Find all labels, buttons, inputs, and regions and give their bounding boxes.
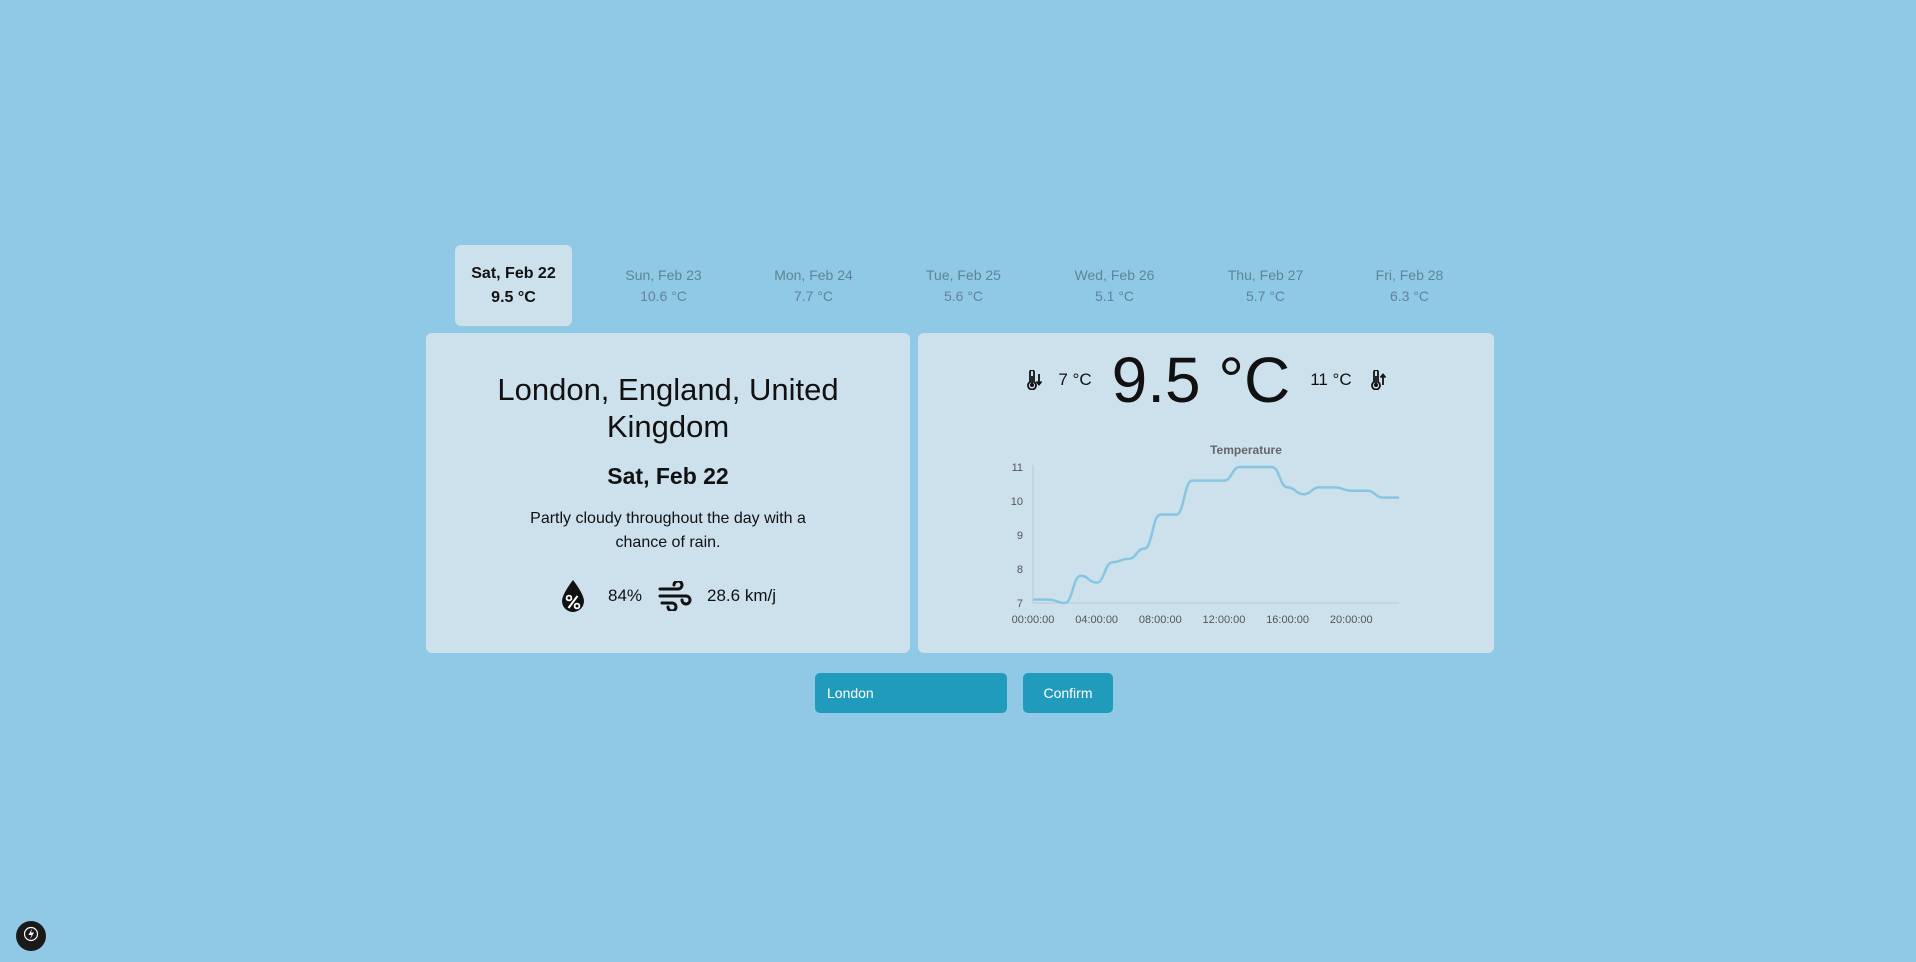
wind-icon [658, 581, 692, 611]
chart-y-tick-label: 9 [1017, 530, 1023, 542]
forecast-day-tabs: Sat, Feb 22 9.5 °C Sun, Feb 23 10.6 °C M… [455, 245, 1455, 326]
thermometer-down-icon [1026, 370, 1043, 390]
city-search-input[interactable] [815, 673, 1007, 713]
weather-stats: 84% 28.6 km/j [426, 578, 910, 614]
forecast-day-date: Wed, Feb 26 [1074, 266, 1155, 283]
location-title: London, England, United Kingdom [497, 372, 839, 444]
humidity-value: 84% [607, 586, 643, 605]
forecast-day-date: Sun, Feb 23 [625, 266, 702, 283]
forecast-day-tab[interactable]: Wed, Feb 26 5.1 °C [1056, 245, 1173, 326]
thermometer-up-icon [1370, 370, 1386, 390]
forecast-day-tab[interactable]: Sun, Feb 23 10.6 °C [605, 245, 722, 326]
current-temp: 9.5 °C [1111, 344, 1291, 416]
forecast-day-tab[interactable]: Sat, Feb 22 9.5 °C [455, 245, 572, 326]
chart-x-tick-label: 08:00:00 [1139, 614, 1182, 626]
forecast-day-tab[interactable]: Tue, Feb 25 5.6 °C [905, 245, 1022, 326]
chart-y-tick-label: 7 [1017, 598, 1023, 610]
humidity-drop-icon [560, 579, 586, 613]
chart-y-tick-label: 8 [1017, 564, 1023, 576]
weather-description: Partly cloudy throughout the day with a … [530, 510, 806, 551]
chart-x-tick-label: 16:00:00 [1266, 614, 1309, 626]
forecast-day-temp: 7.7 °C [793, 287, 834, 304]
temperature-chart: Temperature 7 8 9 10 11 00:00:00 04:00:00 08:00:… [1011, 443, 1399, 626]
chart-y-tick-label: 11 [1012, 462, 1023, 474]
selected-date: Sat, Feb 22 [607, 463, 729, 489]
forecast-day-temp: 5.7 °C [1245, 287, 1286, 304]
chart-series-line [1032, 465, 1399, 605]
forecast-day-date: Mon, Feb 24 [774, 266, 853, 283]
forecast-day-date: Sat, Feb 22 [471, 264, 556, 282]
forecast-day-temp: 5.6 °C [943, 287, 984, 304]
forecast-day-date: Fri, Feb 28 [1375, 266, 1444, 283]
forecast-day-tab[interactable]: Fri, Feb 28 6.3 °C [1351, 245, 1468, 326]
forecast-day-temp: 9.5 °C [491, 288, 536, 306]
forecast-day-temp: 10.6 °C [640, 287, 687, 304]
forecast-day-temp: 6.3 °C [1389, 287, 1430, 304]
temperature-summary: 7 °C 9.5 °C 11 °C [918, 344, 1494, 416]
chart-x-tick-label: 00:00:00 [1012, 614, 1055, 626]
lightning-icon [23, 926, 39, 947]
forecast-day-temp: 5.1 °C [1094, 287, 1135, 304]
weather-details-card: London, England, United Kingdom Sat, Feb… [426, 333, 910, 653]
max-temp: 11 °C [1310, 370, 1352, 389]
forecast-day-date: Thu, Feb 27 [1227, 266, 1304, 283]
forecast-day-date: Tue, Feb 25 [926, 266, 1001, 283]
min-temp: 7 °C [1058, 370, 1092, 389]
temperature-card: 7 °C 9.5 °C 11 °C Temperature 7 8 9 10 11 00:0… [918, 333, 1494, 653]
lightning-badge[interactable] [16, 921, 46, 951]
wind-speed-value: 28.6 km/j [707, 586, 776, 605]
forecast-day-tab[interactable]: Mon, Feb 24 7.7 °C [755, 245, 872, 326]
confirm-button[interactable]: Confirm [1023, 673, 1113, 713]
chart-title: Temperature [1210, 443, 1282, 457]
chart-x-tick-label: 04:00:00 [1075, 614, 1118, 626]
forecast-day-tab[interactable]: Thu, Feb 27 5.7 °C [1207, 245, 1324, 326]
chart-y-tick-label: 10 [1011, 496, 1023, 508]
chart-x-tick-label: 20:00:00 [1330, 614, 1373, 626]
chart-x-tick-label: 12:00:00 [1203, 614, 1246, 626]
